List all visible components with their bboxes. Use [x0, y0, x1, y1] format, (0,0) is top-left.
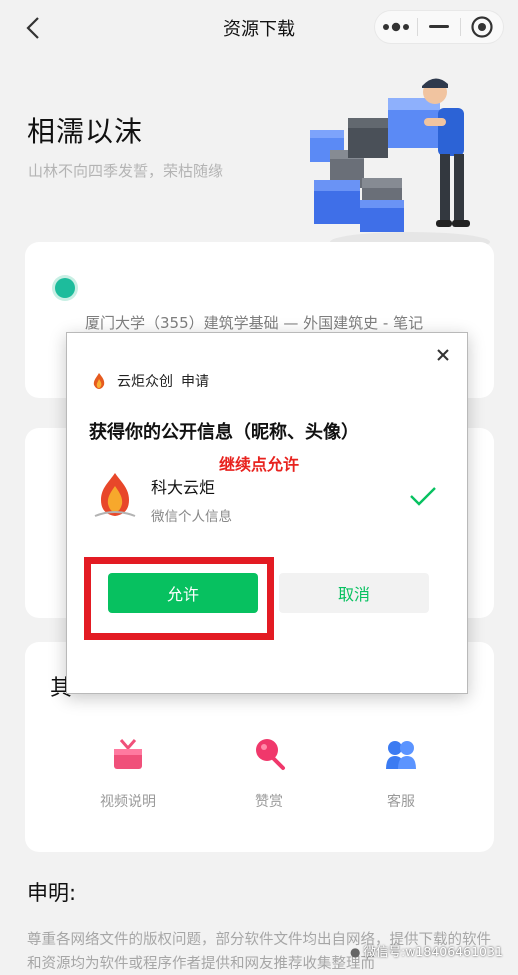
customer-service-icon	[384, 737, 418, 771]
close-target-icon[interactable]	[461, 11, 503, 43]
annotation-text: 继续点允许	[219, 455, 300, 474]
user-info-description: 微信个人信息	[151, 509, 232, 525]
allow-button[interactable]: 允许	[108, 573, 258, 613]
wechat-watermark: ● 微信号:w18406461031	[350, 941, 503, 960]
delivery-man-illustration	[300, 70, 500, 255]
resource-title: 厦门大学（355）建筑学基础 — 外国建筑史 - 笔记	[85, 314, 424, 332]
app-name: 云炬众创	[117, 374, 173, 390]
gift-video-icon	[111, 737, 145, 771]
chevron-left-icon[interactable]	[22, 14, 46, 42]
tool-video-guide[interactable]: 视频说明	[78, 737, 178, 811]
cancel-button[interactable]: 取消	[279, 573, 429, 613]
statement-title: 申明:	[27, 881, 77, 905]
flame-logo-icon	[89, 371, 109, 391]
nav-bar: 资源下载	[0, 0, 518, 56]
page-title: 资源下载	[223, 19, 295, 40]
app-info-row: 云炬众创 申请	[89, 371, 209, 391]
mini-program-capsule	[374, 10, 504, 44]
minimize-icon[interactable]	[418, 11, 460, 43]
lollipop-reward-icon	[252, 737, 286, 771]
watermark-text: 微信号:w18406461031	[363, 944, 503, 959]
tool-customer-service[interactable]: 客服	[351, 737, 451, 811]
tool-label: 赞赏	[255, 794, 283, 810]
more-dots-icon[interactable]	[375, 11, 417, 43]
close-icon[interactable]	[435, 347, 451, 363]
radio-selected-icon[interactable]	[55, 278, 75, 298]
tool-reward[interactable]: 赞赏	[219, 737, 319, 811]
checkmark-icon[interactable]	[409, 485, 437, 507]
hero-title: 相濡以沫	[27, 115, 144, 148]
wechat-icon: ●	[350, 945, 361, 959]
user-nickname: 科大云炬	[151, 478, 216, 497]
tool-label: 客服	[387, 794, 415, 810]
authorization-dialog: 云炬众创 申请 获得你的公开信息（昵称、头像） 继续点允许 科大云炬 微信个人信…	[66, 332, 468, 694]
hero-subtitle: 山林不向四季发誓，荣枯随缘	[28, 162, 224, 180]
avatar	[89, 470, 141, 520]
tool-label: 视频说明	[100, 794, 156, 810]
dialog-heading: 获得你的公开信息（昵称、头像）	[89, 422, 359, 443]
app-request-label: 申请	[181, 374, 209, 390]
